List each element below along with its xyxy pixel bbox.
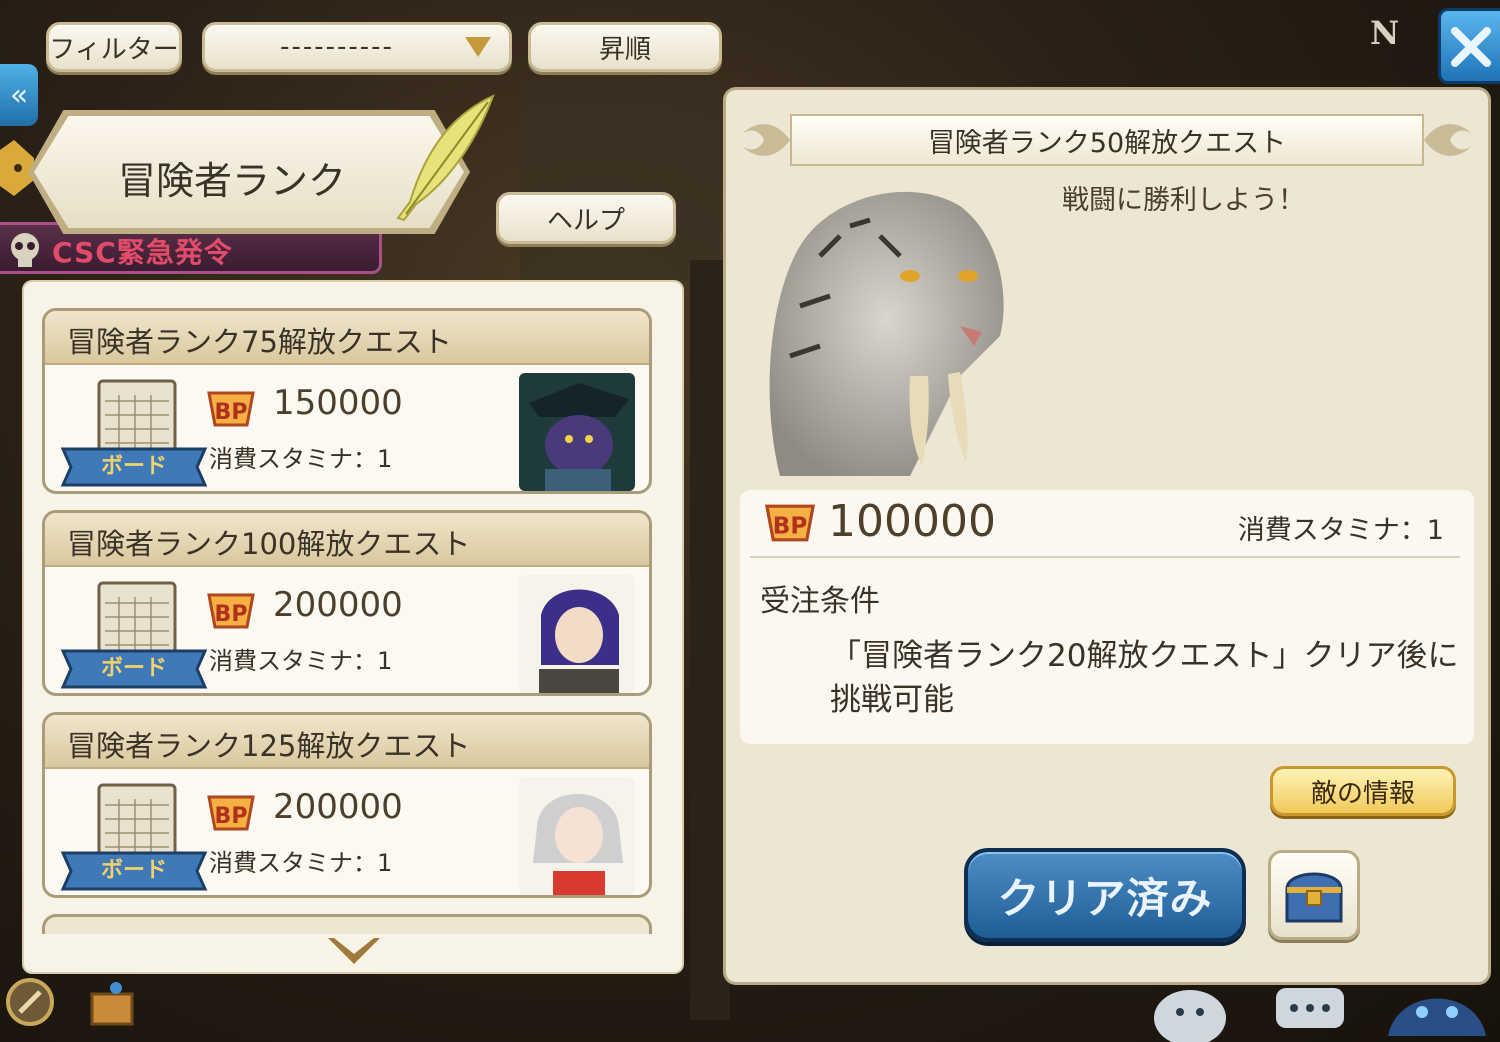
divider	[750, 556, 1460, 558]
sort-select-value: ----------	[280, 32, 394, 62]
condition-title: 受注条件	[760, 584, 880, 619]
filter-button[interactable]: フィルター	[46, 22, 182, 72]
scroll-down-chevron-icon[interactable]	[324, 934, 384, 970]
quest-title: 冒険者ランク100解放クエスト	[67, 527, 471, 561]
svg-text:BP: BP	[215, 400, 248, 425]
enemy-info-label: 敵の情報	[1310, 778, 1415, 809]
quest-list-panel: 冒険者ランク75解放クエスト ボード BP 150000 消費スタミナ：1 冒険…	[24, 282, 682, 972]
ornament-left-icon	[742, 124, 790, 156]
purple-hair-woman-portrait	[519, 575, 635, 693]
quill-icon	[396, 94, 495, 222]
csc-banner-label: CSC緊急発令	[52, 236, 233, 269]
quest-stamina: 消費スタミナ：1	[209, 849, 393, 877]
compass-icon[interactable]	[4, 976, 56, 1028]
quest-title: 冒険者ランク75解放クエスト	[67, 325, 452, 359]
bp-icon: BP	[207, 391, 255, 427]
svg-text:BP: BP	[773, 514, 808, 540]
monster-icon[interactable]	[1378, 976, 1496, 1042]
bp-icon: BP	[207, 593, 255, 629]
sort-order-label: 昇順	[598, 34, 651, 65]
back-arrow-icon[interactable]: «	[0, 64, 38, 126]
csc-skull-icon	[11, 233, 39, 267]
quest-title: 冒険者ランク125解放クエスト	[67, 729, 471, 763]
detail-title: 冒険者ランク50解放クエスト	[790, 114, 1424, 166]
quest-bp-value: 200000	[273, 585, 403, 625]
quest-bp-value: 150000	[273, 383, 403, 423]
bp-icon: BP	[765, 504, 815, 542]
quest-detail-panel: 冒険者ランク50解放クエスト 戦闘に勝利しよう！ BP 100000 消費スタミ…	[726, 90, 1488, 982]
detail-info-box: BP 100000 消費スタミナ：1 受注条件 「冒険者ランク20解放クエスト」…	[740, 490, 1474, 744]
treasure-chest-icon	[1285, 872, 1343, 923]
quest-card-partial[interactable]	[42, 914, 652, 934]
quest-stamina: 消費スタミナ：1	[209, 647, 393, 675]
help-button[interactable]: ヘルプ	[496, 192, 676, 244]
quest-stamina: 消費スタミナ：1	[209, 445, 393, 473]
quest-card[interactable]: 冒険者ランク100解放クエスト ボード BP 200000 消費スタミナ：1	[42, 510, 652, 696]
board-calendar-icon: ボード	[60, 379, 208, 487]
board-label: ボード	[101, 858, 167, 883]
chevron-down-icon	[465, 37, 491, 57]
wolf-pirate-portrait	[519, 373, 635, 491]
close-button[interactable]	[1438, 8, 1500, 84]
board-label: ボード	[101, 656, 167, 681]
bp-icon: BP	[207, 795, 255, 831]
ornament-right-icon	[1424, 124, 1472, 156]
quest-card[interactable]: 冒険者ランク125解放クエスト ボード BP 200000 消費スタミナ：1	[42, 712, 652, 898]
sort-order-button[interactable]: 昇順	[528, 22, 722, 72]
detail-bp-value: 100000	[828, 496, 996, 547]
detail-stamina: 消費スタミナ：1	[1237, 515, 1444, 546]
board-calendar-icon: ボード	[60, 783, 208, 891]
notification-badge: N	[1370, 14, 1400, 52]
filter-button-label: フィルター	[49, 34, 179, 65]
svg-text:BP: BP	[215, 602, 248, 627]
chat-face-icon[interactable]	[1150, 984, 1230, 1042]
reward-chest-button[interactable]	[1268, 850, 1360, 940]
detail-description: 戦闘に勝利しよう！	[1062, 185, 1305, 216]
cleared-button[interactable]: クリア済み	[964, 848, 1246, 942]
enemy-info-button[interactable]: 敵の情報	[1270, 766, 1456, 816]
close-icon	[1451, 27, 1491, 67]
silver-hair-girl-portrait	[519, 777, 635, 895]
board-calendar-icon: ボード	[60, 581, 208, 689]
sort-select[interactable]: ----------	[202, 22, 512, 72]
quest-card[interactable]: 冒険者ランク75解放クエスト ボード BP 150000 消費スタミナ：1	[42, 308, 652, 494]
svg-text:BP: BP	[215, 804, 248, 829]
background-wall	[520, 80, 720, 280]
page-title: 冒険者ランク	[118, 159, 347, 203]
board-label: ボード	[101, 454, 167, 479]
help-button-label: ヘルプ	[546, 205, 625, 236]
sabertooth-tiger-image	[769, 191, 1004, 476]
quest-bp-value: 200000	[273, 787, 403, 827]
cleared-button-label: クリア済み	[997, 873, 1213, 923]
message-bubble-icon[interactable]	[1272, 984, 1348, 1042]
condition-text: 「冒険者ランク20解放クエスト」クリア後に挑戦可能	[830, 638, 1459, 718]
item-box-icon[interactable]	[86, 976, 138, 1028]
background-floor	[690, 260, 730, 1020]
